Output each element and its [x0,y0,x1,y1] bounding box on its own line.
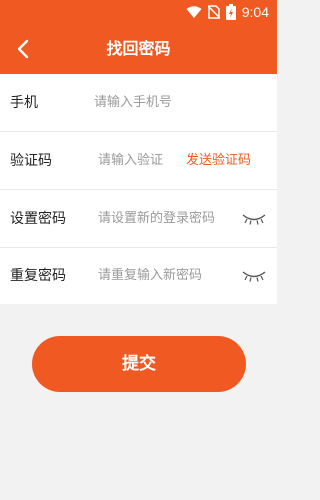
submit-button[interactable]: 提交 [32,336,246,392]
status-bar: 9:04 [0,0,277,24]
confirm-password-row: 重复密码 请重复输入新密码 [0,248,277,304]
status-time: 9:04 [241,4,269,20]
eye-closed-icon[interactable] [241,212,267,226]
phone-input[interactable]: 请输入手机号 [94,74,264,132]
code-row: 验证码 请输入验证 发送验证码 [0,132,277,190]
new-password-label: 设置密码 [10,211,66,227]
phone-label: 手机 [10,95,38,111]
chevron-left-icon [17,39,29,59]
phone-row: 手机 请输入手机号 [0,74,277,132]
confirm-password-label: 重复密码 [10,268,66,284]
code-label: 验证码 [10,153,52,169]
confirm-password-input[interactable]: 请重复输入新密码 [98,248,228,304]
app-bar: 找回密码 [0,24,277,74]
page-title: 找回密码 [106,39,171,58]
new-password-input[interactable]: 请设置新的登录密码 [98,190,225,248]
no-sim-icon [207,5,220,19]
eye-closed-icon[interactable] [241,269,267,283]
back-button[interactable] [8,34,38,64]
reset-password-form: 手机 请输入手机号 验证码 请输入验证 发送验证码 设置密码 请设置新的登录密码… [0,74,277,304]
send-code-button[interactable]: 发送验证码 [186,132,251,190]
wifi-icon [186,6,202,18]
new-password-row: 设置密码 请设置新的登录密码 [0,190,277,248]
status-icons: 9:04 [186,3,269,21]
battery-charging-icon [225,4,236,20]
code-input[interactable]: 请输入验证 [98,132,170,190]
